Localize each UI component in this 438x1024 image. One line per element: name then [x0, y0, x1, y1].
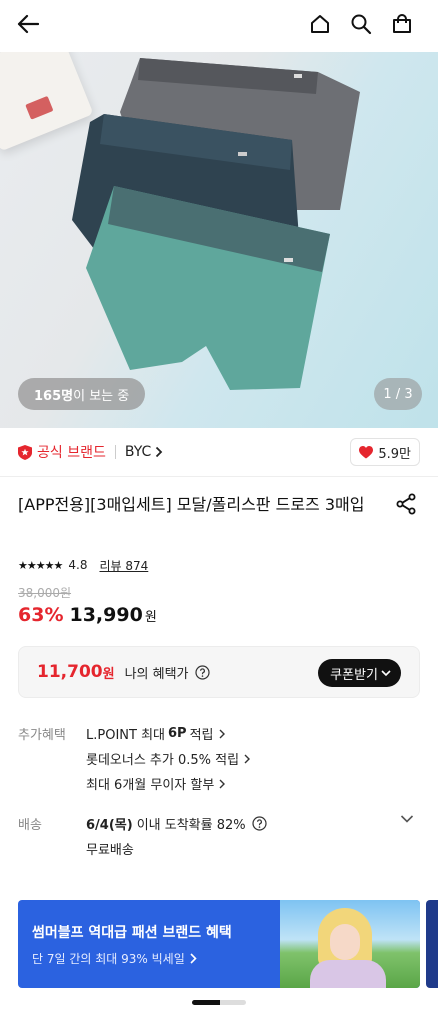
- product-image-carousel[interactable]: 165명 이 보는 중 1 / 3: [0, 52, 438, 428]
- get-coupon-button[interactable]: 쿠폰받기: [318, 659, 401, 687]
- brand-separator: [114, 445, 116, 459]
- banner-subtitle-row: 단 7일 간의 최대 93% 빅세일: [32, 950, 197, 967]
- star-icon: ★: [44, 558, 55, 572]
- top-bar: [0, 0, 438, 48]
- lpoint-pre: L.POINT 최대: [86, 728, 165, 743]
- review-link[interactable]: 리뷰 874: [99, 557, 148, 574]
- discount-rate: 63%: [18, 604, 64, 626]
- help-icon[interactable]: [194, 664, 210, 680]
- lotte-owners-benefit-link[interactable]: 롯데오너스 추가 0.5% 적립: [86, 749, 251, 768]
- brand-name: BYC: [124, 444, 152, 460]
- shipping-label: 배송: [18, 818, 42, 833]
- promo-banner[interactable]: 썸머블프 역대급 패션 브랜드 혜택 단 7일 간의 최대 93% 빅세일: [18, 900, 420, 988]
- image-pager: 1 / 3: [374, 378, 422, 410]
- banner-model-face: [330, 924, 360, 960]
- viewers-label: 이 보는 중: [73, 388, 130, 404]
- price-unit: 원: [144, 610, 157, 625]
- chevron-down-icon: [381, 670, 391, 677]
- viewers-count: 165명: [34, 388, 74, 404]
- brand-row: 공식 브랜드 BYC 5.9만: [18, 438, 420, 466]
- brand-link[interactable]: BYC: [125, 444, 163, 460]
- chevron-right-icon: [156, 446, 163, 458]
- share-icon[interactable]: [394, 492, 418, 516]
- chevron-right-icon: [190, 953, 197, 964]
- shipping-estimate: 6/4(목) 이내 도착확률 82%: [86, 814, 267, 833]
- price-row: 63% 13,990 원: [18, 604, 157, 626]
- heart-icon: [359, 445, 374, 458]
- chevron-down-icon[interactable]: [400, 814, 414, 824]
- my-benefit-box: 11,700 원 나의 혜택가 쿠폰받기: [18, 646, 420, 698]
- chevron-right-icon: [244, 754, 251, 763]
- banner-model-image: [280, 900, 420, 988]
- indicator-track: [220, 1000, 246, 1005]
- like-button[interactable]: 5.9만: [350, 438, 420, 466]
- delivery-probability: 이내 도착확률 82%: [136, 818, 246, 833]
- original-price: 38,000원: [18, 586, 72, 600]
- indicator-active: [192, 1000, 220, 1005]
- official-shield-icon: [18, 444, 32, 460]
- carousel-indicator: [192, 1000, 246, 1005]
- chevron-right-icon: [219, 779, 226, 788]
- shipping-fee: 무료배송: [86, 843, 134, 858]
- star-rating: ★ ★ ★ ★ ★: [18, 558, 64, 572]
- official-brand-label: 공식 브랜드: [37, 445, 106, 461]
- benefit-price: 11,700: [37, 662, 103, 682]
- lotte-owners-text: 롯데오너스 추가 0.5% 적립: [86, 753, 240, 768]
- back-arrow-icon[interactable]: [14, 10, 42, 38]
- star-icon: ★: [18, 558, 28, 572]
- banner-model-top: [310, 960, 386, 988]
- product-photo: [72, 58, 360, 390]
- chevron-right-icon: [219, 729, 225, 738]
- search-icon[interactable]: [347, 10, 375, 38]
- rating-value: 4.8: [68, 558, 88, 572]
- product-title: [APP전용][3매입세트] 모달/폴리스판 드로즈 3매입: [18, 495, 365, 514]
- coupon-button-label: 쿠폰받기: [330, 667, 378, 683]
- lpoint-amount: 6P: [168, 726, 187, 741]
- star-icon: ★: [26, 558, 37, 572]
- lpoint-benefit-link[interactable]: L.POINT 최대 6P 적립: [86, 724, 225, 743]
- like-count: 5.9만: [378, 446, 411, 462]
- benefit-price-unit: 원: [102, 666, 115, 682]
- shopping-bag-icon[interactable]: [388, 10, 416, 38]
- delivery-date: 6/4(목): [86, 818, 133, 833]
- divider: [0, 476, 438, 477]
- home-icon[interactable]: [306, 10, 334, 38]
- star-icon: ★: [35, 558, 46, 572]
- sale-price: 13,990: [69, 604, 143, 626]
- rating-row: ★ ★ ★ ★ ★ 4.8 리뷰 874: [18, 556, 148, 574]
- next-banner-peek[interactable]: [426, 900, 438, 988]
- extra-benefit-label: 추가혜택: [18, 728, 66, 743]
- lpoint-post: 적립: [189, 728, 214, 743]
- help-icon[interactable]: [252, 816, 267, 831]
- installment-benefit-link[interactable]: 최대 6개월 무이자 할부: [86, 774, 226, 793]
- viewers-badge: 165명 이 보는 중: [18, 378, 146, 410]
- star-icon: ★: [53, 558, 64, 572]
- installment-text: 최대 6개월 무이자 할부: [86, 778, 215, 793]
- banner-subtitle: 단 7일 간의 최대 93% 빅세일: [32, 952, 185, 966]
- banner-title: 썸머블프 역대급 패션 브랜드 혜택: [32, 925, 232, 941]
- official-brand-tag: 공식 브랜드: [18, 442, 106, 462]
- benefit-label: 나의 혜택가: [124, 666, 189, 682]
